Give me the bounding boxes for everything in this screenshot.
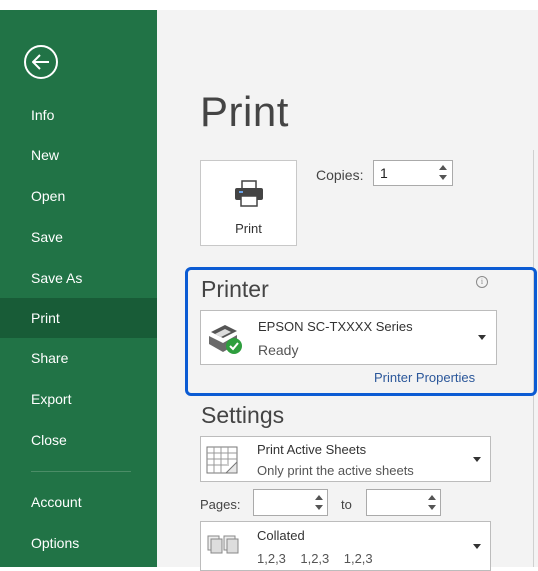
page-title: Print xyxy=(200,88,289,135)
pages-from-spinner[interactable] xyxy=(315,495,324,511)
collation-subtitle: 1,2,3 1,2,3 1,2,3 xyxy=(257,551,373,566)
copies-label: Copies: xyxy=(316,167,364,183)
printer-icon xyxy=(235,180,263,207)
pages-to-spinner[interactable] xyxy=(428,495,437,511)
sidebar-item-export[interactable]: Export xyxy=(0,379,157,419)
back-arrow-icon[interactable] xyxy=(24,45,58,79)
printer-status-icon xyxy=(209,325,242,354)
increment-arrow-icon[interactable] xyxy=(428,495,436,500)
sidebar-item-share[interactable]: Share xyxy=(0,338,157,378)
print-button[interactable]: Print xyxy=(200,160,297,246)
decrement-arrow-icon[interactable] xyxy=(428,505,436,510)
printer-dropdown[interactable]: EPSON SC-TXXXX Series Ready xyxy=(200,310,497,365)
sidebar-item-info[interactable]: Info xyxy=(0,95,157,135)
printer-heading: Printer xyxy=(201,276,269,302)
printer-properties-link[interactable]: Printer Properties xyxy=(374,370,475,385)
chevron-down-icon xyxy=(473,544,481,549)
chevron-down-icon xyxy=(478,335,486,340)
print-button-label: Print xyxy=(235,221,262,236)
increment-arrow-icon[interactable] xyxy=(439,165,447,170)
sidebar-item-save[interactable]: Save xyxy=(0,217,157,257)
copies-stepper[interactable]: 1 xyxy=(373,160,453,186)
print-scope-subtitle: Only print the active sheets xyxy=(257,463,414,478)
decrement-arrow-icon[interactable] xyxy=(439,175,447,180)
pages-to-input[interactable] xyxy=(366,489,441,516)
pages-to-label: to xyxy=(341,497,352,512)
increment-arrow-icon[interactable] xyxy=(315,495,323,500)
print-scope-dropdown[interactable]: Print Active Sheets Only print the activ… xyxy=(200,436,491,482)
chevron-down-icon xyxy=(473,457,481,462)
pages-from-input[interactable] xyxy=(253,489,328,516)
sidebar-item-account[interactable]: Account xyxy=(0,482,157,522)
sidebar-item-options[interactable]: Options xyxy=(0,523,157,563)
info-icon[interactable]: i xyxy=(476,276,488,288)
backstage-sidebar: Info New Open Save Save As Print Share E… xyxy=(0,10,157,567)
decrement-arrow-icon[interactable] xyxy=(315,505,323,510)
copies-value: 1 xyxy=(380,165,388,181)
printer-status: Ready xyxy=(258,342,299,358)
collation-dropdown[interactable]: Collated 1,2,3 1,2,3 1,2,3 xyxy=(200,521,491,571)
sidebar-item-print[interactable]: Print xyxy=(0,298,157,338)
sidebar-item-close[interactable]: Close xyxy=(0,420,157,460)
copies-spinner[interactable] xyxy=(439,165,448,181)
sidebar-divider xyxy=(31,471,131,472)
pages-label: Pages: xyxy=(200,497,241,512)
sheet-grid-icon xyxy=(206,446,238,474)
sidebar-item-save-as[interactable]: Save As xyxy=(0,258,157,298)
sidebar-item-new[interactable]: New xyxy=(0,135,157,175)
printer-name: EPSON SC-TXXXX Series xyxy=(258,319,413,334)
settings-heading: Settings xyxy=(201,402,285,428)
collated-pages-icon xyxy=(207,535,239,554)
collation-title: Collated xyxy=(257,528,305,543)
sidebar-item-open[interactable]: Open xyxy=(0,176,157,216)
preview-divider xyxy=(533,150,534,567)
print-scope-title: Print Active Sheets xyxy=(257,442,367,457)
